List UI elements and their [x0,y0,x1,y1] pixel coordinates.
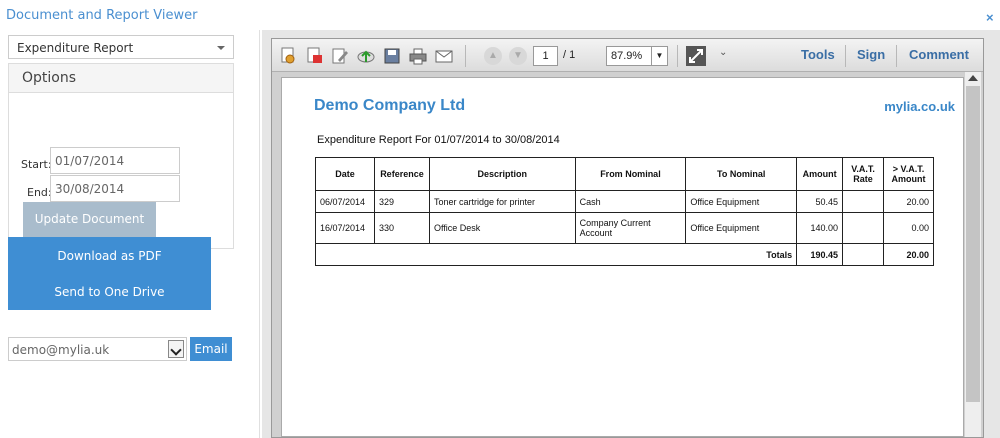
update-document-button[interactable]: Update Document [23,202,156,237]
table-header-row: Date Reference Description From Nominal … [315,157,934,191]
table-cell: Office Equipment [685,212,798,244]
pdf-viewer-frame: ▲ ▼ 1 / 1 87.9% ▼ ⌄ Tools Sign Comment D… [271,38,984,438]
sign-button[interactable]: Sign [857,47,885,62]
document-page: Demo Company Ltd mylia.co.uk Expenditure… [281,77,964,437]
expenditure-table: Date Reference Description From Nominal … [314,157,934,266]
table-cell: 329 [373,190,430,213]
column-header: Reference [373,157,430,191]
vertical-scrollbar[interactable] [965,72,981,437]
table-cell: 20.00 [883,190,934,213]
table-cell: 330 [373,212,430,244]
email-button[interactable]: Email [190,337,232,361]
zoom-select[interactable]: 87.9% ▼ [606,46,668,66]
more-tools-icon[interactable]: ⌄ [719,47,727,58]
edit-icon[interactable] [330,46,350,66]
table-cell: Company Current Account [574,212,687,244]
column-header: > V.A.T. Amount [883,157,934,191]
column-header: To Nominal [685,157,798,191]
chevron-down-icon [217,46,225,50]
pdf-toolbar: ▲ ▼ 1 / 1 87.9% ▼ ⌄ Tools Sign Comment [272,39,983,72]
table-cell: Office Equipment [685,190,798,213]
table-cell [842,212,884,244]
options-panel: Options Start: 01/07/2014 End: 30/08/201… [8,63,234,249]
export-pdf-icon[interactable] [305,46,325,66]
company-name: Demo Company Ltd [314,97,466,114]
table-cell: Office Desk [428,212,576,244]
totals-vat-rate [842,243,884,266]
scrollbar-thumb[interactable] [966,86,980,402]
create-pdf-icon[interactable] [279,46,299,66]
totals-vat-amount: 20.00 [883,243,934,266]
toolbar-divider [845,45,846,67]
send-onedrive-button[interactable]: Send to One Drive [8,285,211,299]
end-date-input[interactable]: 30/08/2014 [50,175,180,202]
page-number-input[interactable]: 1 [533,46,558,66]
options-sidebar: Expenditure Report Options Start: 01/07/… [0,30,260,438]
column-header: Amount [796,157,844,191]
document-viewer: ▲ ▼ 1 / 1 87.9% ▼ ⌄ Tools Sign Comment D… [262,30,1000,438]
toolbar-divider [896,45,897,67]
table-cell: 06/07/2014 [315,190,375,213]
fullscreen-icon[interactable] [686,46,706,66]
cloud-upload-icon[interactable] [356,46,376,66]
table-cell: 0.00 [883,212,934,244]
table-cell: Toner cartridge for printer [428,190,576,213]
email-recipient-select[interactable]: demo@mylia.uk [8,337,187,361]
download-pdf-button[interactable]: Download as PDF [8,249,211,263]
save-icon[interactable] [382,46,402,66]
email-icon[interactable] [434,46,454,66]
column-header: Description [428,157,576,191]
table-row: 16/07/2014 330 Office Desk Company Curre… [315,212,934,244]
comment-button[interactable]: Comment [909,47,969,62]
table-cell [842,190,884,213]
chevron-down-icon[interactable]: ▼ [651,47,667,65]
chevron-down-icon[interactable] [168,340,184,358]
report-subtitle: Expenditure Report For 01/07/2014 to 30/… [317,134,560,146]
close-icon[interactable]: × [986,11,994,24]
toolbar-divider [465,45,466,67]
table-cell: 140.00 [796,212,844,244]
start-date-input[interactable]: 01/07/2014 [50,147,180,174]
totals-row: Totals 190.45 20.00 [314,243,934,266]
table-row: 06/07/2014 329 Toner cartridge for print… [315,190,934,213]
zoom-value: 87.9% [611,50,643,62]
column-header: V.A.T. Rate [842,157,884,191]
table-cell: Cash [574,190,687,213]
email-recipient-value: demo@mylia.uk [12,343,110,357]
end-label: End: [27,186,52,199]
next-page-icon[interactable]: ▼ [509,47,527,65]
window-title: Document and Report Viewer [6,8,198,23]
totals-label: Totals [314,243,798,266]
tools-button[interactable]: Tools [801,47,835,62]
table-cell: 50.45 [796,190,844,213]
scroll-up-icon[interactable] [968,75,978,81]
column-header: Date [315,157,375,191]
totals-amount: 190.45 [796,243,844,266]
report-type-select[interactable]: Expenditure Report [8,35,234,59]
report-type-value: Expenditure Report [17,41,134,55]
company-website: mylia.co.uk [884,99,955,114]
print-icon[interactable] [408,46,428,66]
previous-page-icon[interactable]: ▲ [484,47,502,65]
document-canvas: Demo Company Ltd mylia.co.uk Expenditure… [272,72,983,437]
export-panel: Download as PDF Send to One Drive [8,237,211,310]
column-header: From Nominal [574,157,687,191]
toolbar-divider [677,45,678,67]
page-total: / 1 [563,49,576,61]
title-bar: Document and Report Viewer × [0,0,1000,30]
start-label: Start: [21,158,52,171]
table-cell: 16/07/2014 [315,212,375,244]
options-header: Options [9,64,233,93]
